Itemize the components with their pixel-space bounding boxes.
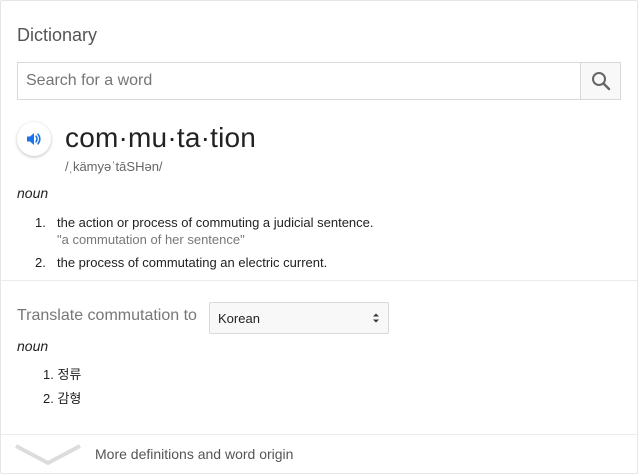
translation-text: 정류 — [57, 367, 82, 382]
translation-number: 1. — [43, 367, 54, 382]
translation-number: 2. — [43, 391, 54, 406]
translate-label: Translate commutation to — [17, 307, 197, 324]
headword: com·mu·ta·tion — [65, 122, 257, 153]
phonetic-spelling: /ˌkämyəˈtāSHən/ — [65, 159, 163, 174]
definition-item: 1. the action or process of commuting a … — [35, 215, 374, 247]
pronunciation-button[interactable] — [17, 122, 51, 156]
language-select[interactable]: Korean — [209, 302, 389, 334]
section-divider — [1, 280, 637, 281]
translation-item: 2. 감형 — [43, 388, 81, 407]
search-button[interactable] — [580, 63, 620, 99]
part-of-speech: noun — [17, 185, 49, 201]
definition-example: "a commutation of her sentence" — [57, 232, 245, 247]
more-definitions-button[interactable]: More definitions and word origin — [1, 435, 637, 473]
dictionary-card: Dictionary com·mu·ta·tion /ˌkämyəˈtāSHən… — [0, 0, 638, 474]
search-box — [17, 62, 621, 100]
definition-text: the action or process of commuting a jud… — [57, 215, 374, 230]
language-select-value: Korean — [218, 310, 260, 326]
speaker-icon — [27, 133, 41, 145]
definition-item: 2. the process of commutating an electri… — [35, 255, 327, 270]
translation-item: 1. 정류 — [43, 364, 81, 383]
definition-text: the process of commutating an electric c… — [57, 255, 328, 270]
translation-part-of-speech: noun — [17, 338, 49, 354]
more-definitions-label: More definitions and word origin — [95, 446, 294, 462]
definition-number: 1. — [35, 215, 46, 230]
search-input[interactable] — [18, 63, 580, 99]
definition-body: the action or process of commuting a jud… — [57, 215, 374, 247]
translation-text: 감형 — [57, 391, 82, 406]
definition-number: 2. — [35, 255, 46, 270]
select-arrows-icon — [373, 313, 379, 323]
search-icon — [591, 72, 610, 91]
chevron-down-icon — [15, 444, 81, 465]
dictionary-title: Dictionary — [17, 25, 98, 45]
